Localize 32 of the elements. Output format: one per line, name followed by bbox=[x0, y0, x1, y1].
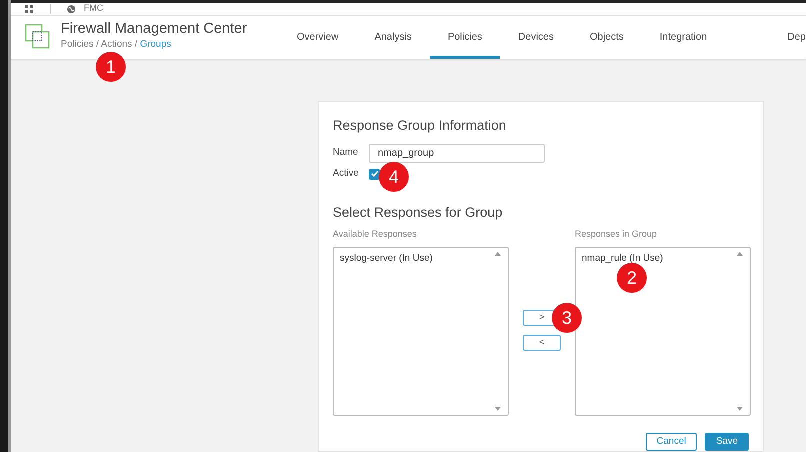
column-label: Responses in Group bbox=[575, 228, 658, 241]
globe-icon bbox=[67, 4, 76, 14]
save-button[interactable]: Save bbox=[705, 433, 749, 451]
scrollbar[interactable] bbox=[736, 252, 744, 411]
nav-tab[interactable]: Overview bbox=[279, 16, 357, 59]
scroll-up-icon[interactable] bbox=[737, 252, 743, 256]
section-heading: Select Responses for Group bbox=[333, 204, 504, 222]
nav-tab[interactable]: Dep bbox=[770, 16, 806, 59]
field-label: Active bbox=[333, 167, 360, 181]
nav-tab[interactable]: Devices bbox=[500, 16, 572, 59]
apps-grid-icon[interactable] bbox=[25, 4, 34, 14]
scrollbar[interactable] bbox=[494, 252, 502, 411]
nav-tab[interactable]: Policies bbox=[430, 16, 500, 59]
nav-tab[interactable]: Objects bbox=[572, 16, 642, 59]
column-label: Available Responses bbox=[333, 228, 418, 241]
cancel-button[interactable]: Cancel bbox=[646, 433, 698, 451]
nav-tab[interactable]: Analysis bbox=[356, 16, 430, 59]
scroll-down-icon[interactable] bbox=[495, 407, 501, 411]
move-button[interactable]: < bbox=[523, 334, 561, 350]
list-item[interactable]: syslog-server (In Use) bbox=[340, 252, 433, 266]
section-heading: Response Group Information bbox=[333, 116, 508, 135]
name-field[interactable]: nmap_group bbox=[369, 144, 545, 163]
nav-tab[interactable]: Integration bbox=[642, 16, 726, 59]
scroll-down-icon[interactable] bbox=[737, 407, 743, 411]
breadcrumb: Policies / Actions / Groups bbox=[61, 38, 172, 52]
field-label: Name bbox=[333, 146, 360, 160]
scroll-up-icon[interactable] bbox=[495, 252, 501, 256]
callout-tooltip: 1 bbox=[96, 52, 126, 82]
tab-title[interactable]: FMC bbox=[84, 2, 104, 16]
active-checkbox[interactable] bbox=[369, 168, 380, 180]
app-title: Firewall Management Center bbox=[61, 22, 248, 38]
logo-icon bbox=[25, 24, 51, 50]
